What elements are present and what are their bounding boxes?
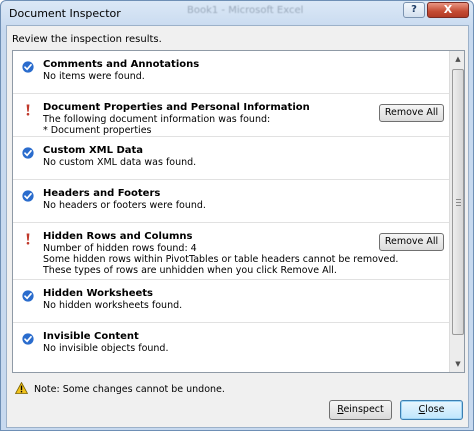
scroll-up-arrow-icon[interactable]: ▲ <box>451 51 464 67</box>
check-circle-icon <box>22 190 34 202</box>
reinspect-label-rest: einspect <box>343 404 384 415</box>
window-close-button[interactable]: X <box>427 2 469 18</box>
remove-all-button[interactable]: Remove All <box>379 104 444 122</box>
item-title: Custom XML Data <box>43 145 144 156</box>
inspection-item: Comments and Annotations No items were fo… <box>13 51 449 94</box>
inspection-item: Custom XML Data No custom XML data was fo… <box>13 137 449 180</box>
check-circle-icon <box>22 333 34 345</box>
footer-note: Note: Some changes cannot be undone. <box>14 381 225 397</box>
close-button[interactable]: Close <box>400 400 463 420</box>
inspection-item: Hidden Worksheets No hidden worksheets fo… <box>13 280 449 323</box>
vertical-scrollbar[interactable]: ▲ ▼ <box>449 51 464 372</box>
item-detail-text: No custom XML data was found. <box>43 157 197 168</box>
item-title: Headers and Footers <box>43 188 161 199</box>
item-title: Hidden Worksheets <box>43 288 153 299</box>
results-list: Comments and Annotations No items were fo… <box>12 50 465 373</box>
exclamation-icon <box>22 233 34 245</box>
grip-line <box>456 199 461 200</box>
note-text: Note: Some changes cannot be undone. <box>34 384 225 395</box>
inspection-item: Hidden Rows and Columns Number of hidden … <box>13 223 449 280</box>
inspection-item: Headers and Footers No headers or footers… <box>13 180 449 223</box>
grip-line <box>456 202 461 203</box>
item-title: Invisible Content <box>43 331 139 342</box>
inspection-item: Document Properties and Personal Informa… <box>13 94 449 137</box>
item-detail-text: * Document properties <box>43 125 152 136</box>
item-title: Document Properties and Personal Informa… <box>43 102 310 113</box>
background-window-title: Book1 - Microsoft Excel <box>187 5 304 16</box>
instruction-text: Review the inspection results. <box>12 34 162 45</box>
item-detail-text: The following document information was f… <box>43 114 271 125</box>
item-detail-text: No items were found. <box>43 71 145 82</box>
item-detail-text: No invisible objects found. <box>43 343 169 354</box>
warning-icon <box>14 381 29 397</box>
exclamation-icon <box>22 104 34 116</box>
item-title: Hidden Rows and Columns <box>43 231 193 242</box>
window-title: Document Inspector <box>9 7 121 20</box>
item-detail-text: Some hidden rows within PivotTables or t… <box>43 254 399 265</box>
document-inspector-window: Document Inspector Book1 - Microsoft Exc… <box>0 0 474 431</box>
item-detail-text: These types of rows are unhidden when yo… <box>43 265 337 276</box>
item-detail-text: No hidden worksheets found. <box>43 300 183 311</box>
title-bar: Document Inspector Book1 - Microsoft Exc… <box>1 1 473 27</box>
inspection-item: Invisible Content No invisible objects fo… <box>13 323 449 372</box>
reinspect-button[interactable]: Reinspect <box>329 400 392 420</box>
help-button[interactable]: ? <box>403 2 425 18</box>
item-detail-text: No headers or footers were found. <box>43 200 206 211</box>
item-detail-text: Number of hidden rows found: 4 <box>43 243 197 254</box>
dialog-client-area: Review the inspection results. Comments … <box>6 25 469 428</box>
check-circle-icon <box>22 147 34 159</box>
grip-line <box>456 205 461 206</box>
scroll-down-arrow-icon[interactable]: ▼ <box>451 356 464 372</box>
item-title: Comments and Annotations <box>43 59 200 70</box>
close-label-rest: lose <box>425 404 445 415</box>
check-circle-icon <box>22 290 34 302</box>
scroll-thumb[interactable] <box>452 69 464 335</box>
remove-all-button[interactable]: Remove All <box>379 233 444 251</box>
check-circle-icon <box>22 61 34 73</box>
